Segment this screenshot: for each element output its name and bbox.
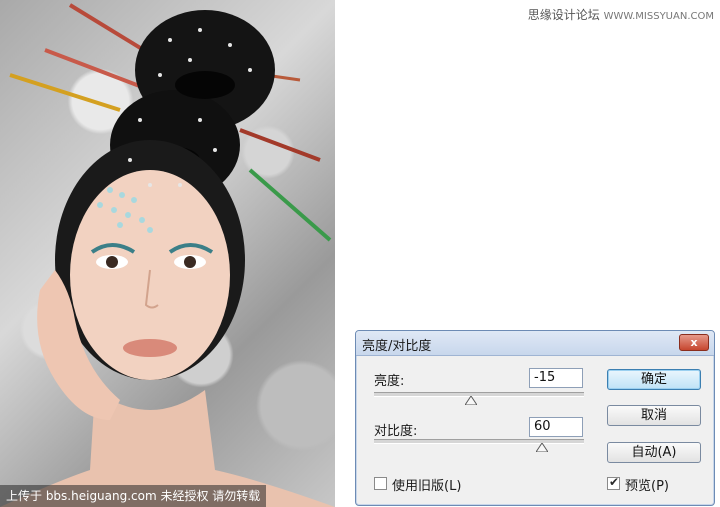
legacy-checkbox[interactable] xyxy=(374,477,387,490)
brightness-input[interactable]: -15 xyxy=(529,368,583,388)
legacy-label: 使用旧版(L) xyxy=(392,479,462,494)
contrast-slider-track[interactable] xyxy=(374,439,584,444)
contrast-label: 对比度: xyxy=(374,424,418,439)
brightness-slider-track[interactable] xyxy=(374,392,584,397)
close-button[interactable]: x xyxy=(679,334,709,351)
preview-checkbox[interactable]: ✔ xyxy=(607,475,620,490)
contrast-input[interactable]: 60 xyxy=(529,417,583,437)
preview-label: 预览(P) xyxy=(625,479,669,494)
brightness-label: 亮度: xyxy=(374,374,405,389)
site-url: WWW.MISSYUAN.COM xyxy=(603,11,714,22)
brightness-contrast-dialog: 亮度/对比度 x 亮度: -15 对比度: 60 确定 取消 自动(A) 使用旧… xyxy=(355,330,715,506)
portrait-illustration xyxy=(0,3,335,507)
site-name: 思缘设计论坛 xyxy=(527,8,600,22)
slider-thumb-icon xyxy=(464,396,477,405)
photo-watermark: 上传于 bbs.heiguang.com 未经授权 请勿转载 xyxy=(0,485,267,507)
cancel-button[interactable]: 取消 xyxy=(607,405,701,426)
dialog-titlebar[interactable]: 亮度/对比度 x xyxy=(356,331,714,356)
site-label: 思缘设计论坛 WWW.MISSYUAN.COM xyxy=(528,6,714,23)
dialog-title: 亮度/对比度 xyxy=(362,339,432,354)
slider-thumb-icon xyxy=(536,443,548,452)
auto-button[interactable]: 自动(A) xyxy=(607,442,701,463)
preview-check-icon: ✔ xyxy=(609,475,620,489)
photo: 上传于 bbs.heiguang.com 未经授权 请勿转载 xyxy=(0,0,335,507)
ok-button[interactable]: 确定 xyxy=(607,369,701,390)
